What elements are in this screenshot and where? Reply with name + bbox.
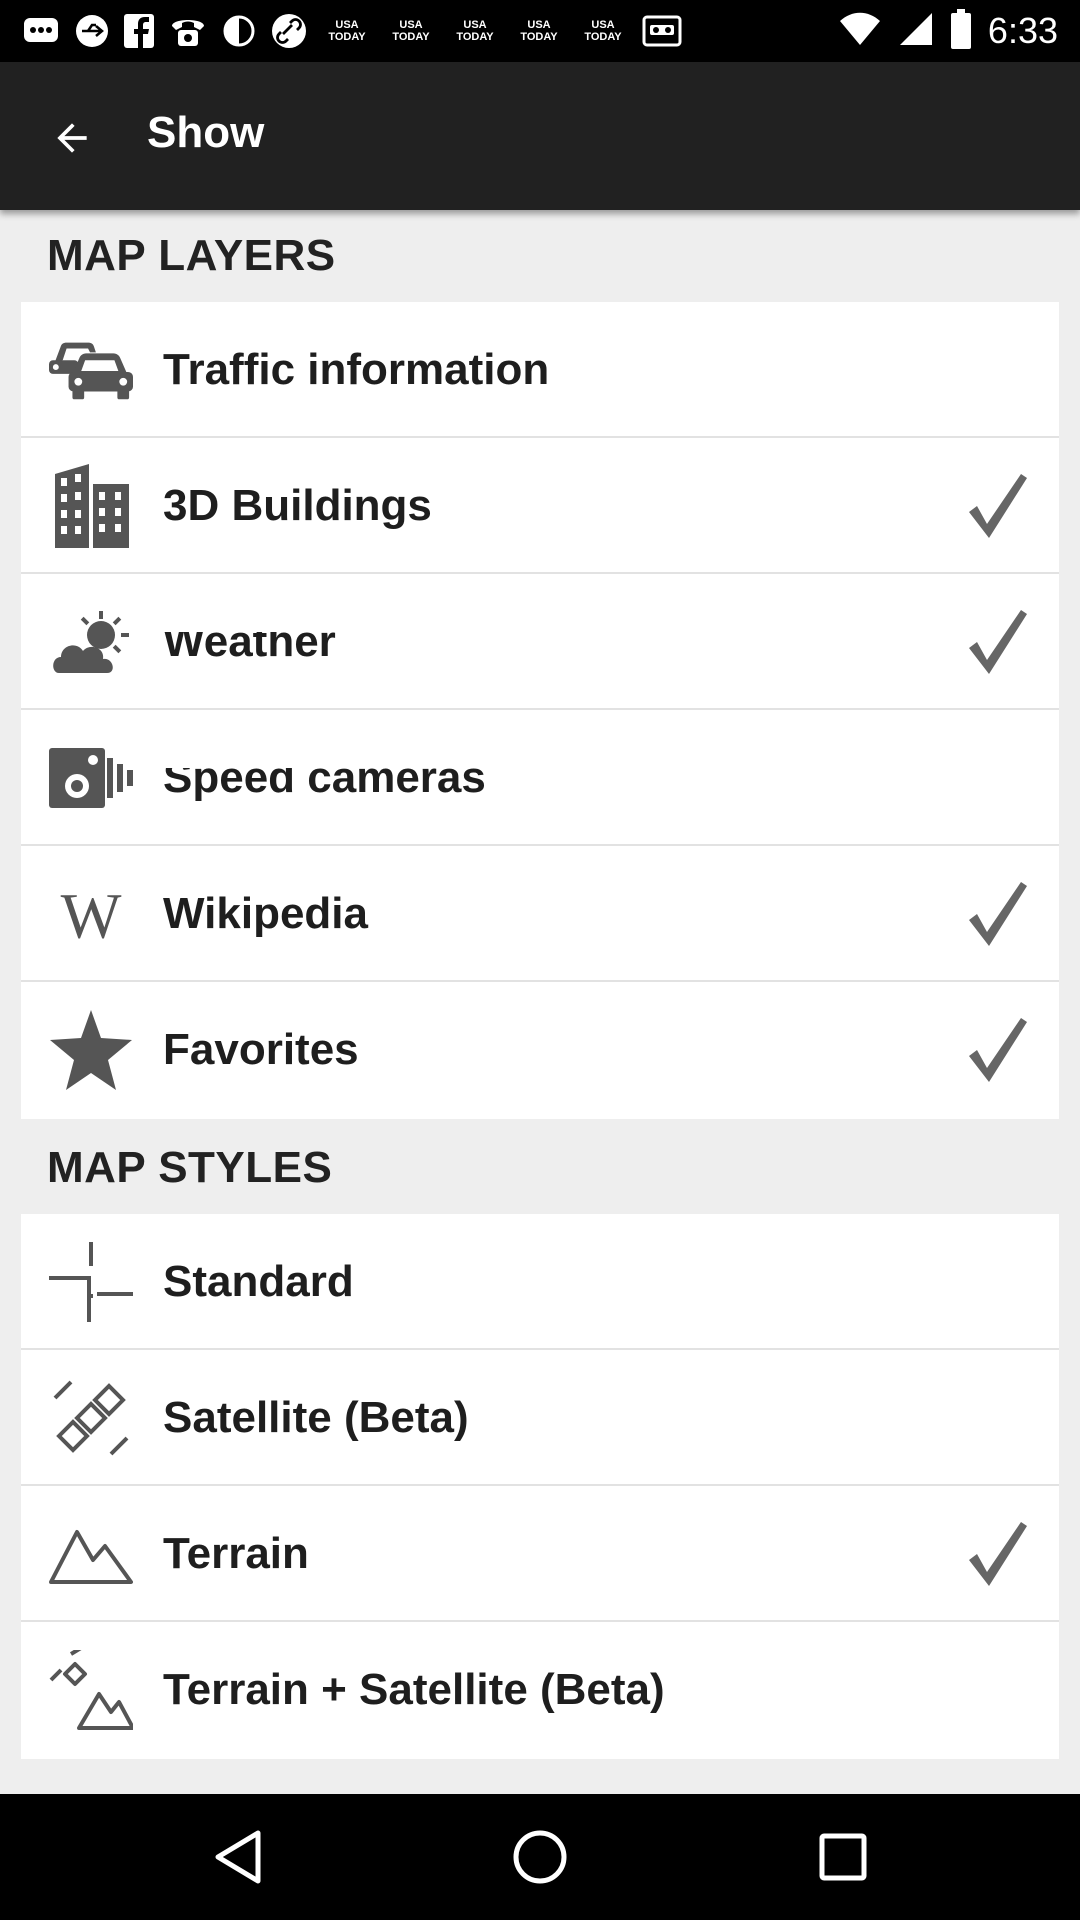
nav-home-button[interactable] (500, 1817, 580, 1897)
app-bar: Show (0, 62, 1080, 210)
phone-icon (168, 12, 208, 50)
list-item-favorites[interactable]: Favorites (21, 982, 1059, 1119)
list-item-3d-buildings[interactable]: 3D Buildings (21, 438, 1059, 574)
nav-recents-button[interactable] (803, 1817, 883, 1897)
home-circle-icon (513, 1830, 567, 1884)
satellite-icon (49, 1376, 133, 1460)
wifi-icon (838, 11, 882, 52)
row-label: 3D Buildings (163, 481, 432, 530)
section-header-map-layers: MAP LAYERS (47, 231, 336, 280)
road-junction-icon (49, 1240, 133, 1324)
usa-today-icon: USA TODAY (520, 19, 558, 43)
list-item-wikipedia[interactable]: W Wikipedia (21, 846, 1059, 982)
facebook-icon (124, 12, 154, 50)
checkmark-icon (969, 610, 1027, 674)
voicemail-icon (642, 12, 682, 50)
usa-today-icon: USA TODAY (456, 19, 494, 43)
row-label: Wikipedia (163, 889, 368, 938)
list-item-terrain-satellite-beta[interactable]: Terrain + Satellite (Beta) (21, 1622, 1059, 1759)
clock: 6:33 (987, 10, 1058, 51)
back-button[interactable] (36, 102, 108, 174)
star-icon (49, 1008, 133, 1092)
buildings-icon (49, 464, 133, 548)
usb-icon (74, 12, 110, 50)
settings-content[interactable]: MAP LAYERS Traffic information 3D Buildi… (0, 210, 1080, 1794)
list-item-speed-cameras[interactable]: Speed cameras (21, 710, 1059, 846)
svg-text:W: W (61, 884, 122, 944)
messages-icon (22, 12, 60, 50)
signal-icon (898, 11, 934, 52)
row-label: Speed cameras (163, 710, 486, 846)
satellite-mountain-icon (49, 1648, 133, 1732)
contrast-icon (222, 12, 256, 50)
status-bar: USA TODAY USA TODAY USA TODAY USA TODAY USA T… (0, 0, 1080, 62)
nav-back-button[interactable] (198, 1817, 278, 1897)
battery-icon (950, 8, 972, 54)
row-label: Satellite (Beta) (163, 1393, 469, 1442)
system-icons: 6:33 (838, 8, 1058, 54)
arrow-back-icon (57, 123, 87, 153)
list-item-traffic-information[interactable]: Traffic information (21, 302, 1059, 438)
list-item-standard[interactable]: Standard (21, 1214, 1059, 1350)
speed-camera-icon (49, 736, 133, 820)
list-item-weather[interactable]: Weather (21, 574, 1059, 710)
page-title: Show (147, 108, 265, 157)
checkmark-icon (969, 1522, 1027, 1586)
row-label: Weather (163, 574, 336, 710)
checkmark-icon (969, 474, 1027, 538)
usa-today-icon: USA TODAY (584, 19, 622, 43)
checkmark-icon (969, 882, 1027, 946)
recents-square-icon (819, 1833, 867, 1881)
mountain-icon (49, 1512, 133, 1596)
row-label: Favorites (163, 1025, 359, 1074)
section-header-map-styles: MAP STYLES (47, 1143, 333, 1192)
map-layers-card: Traffic information 3D Buildings Weather (21, 302, 1059, 1119)
checkmark-icon (969, 1018, 1027, 1082)
back-triangle-icon (215, 1830, 261, 1884)
system-navigation-bar (0, 1794, 1080, 1920)
row-label: Terrain + Satellite (Beta) (163, 1665, 665, 1714)
link-icon (270, 12, 308, 50)
usa-today-icon: USA TODAY (328, 19, 366, 43)
weather-icon (49, 600, 133, 684)
row-label: Terrain (163, 1529, 309, 1578)
notification-icons: USA TODAY USA TODAY USA TODAY USA TODAY USA T… (22, 12, 682, 50)
wikipedia-icon: W (49, 872, 133, 956)
list-item-terrain[interactable]: Terrain (21, 1486, 1059, 1622)
traffic-cars-icon (49, 328, 133, 412)
map-styles-card: Standard Satellite (Beta) Terrain Terrai… (21, 1214, 1059, 1759)
row-label: Standard (163, 1257, 354, 1306)
usa-today-icon: USA TODAY (392, 19, 430, 43)
list-item-satellite-beta[interactable]: Satellite (Beta) (21, 1350, 1059, 1486)
row-label: Traffic information (163, 345, 550, 394)
